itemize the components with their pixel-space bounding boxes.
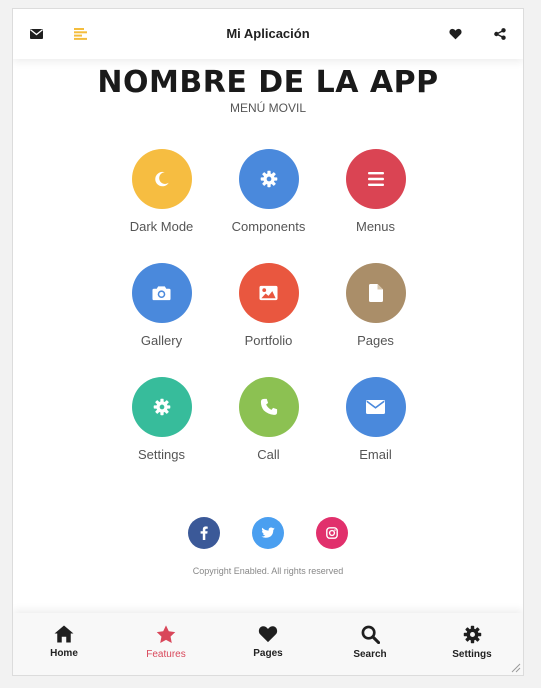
copyright-text: Copyright Enabled. All rights reserved: [192, 566, 344, 576]
nav-label: Pages: [253, 648, 283, 659]
menu-lines-icon: [73, 28, 87, 40]
tile-email[interactable]: Email: [322, 377, 429, 463]
tile-gallery[interactable]: Gallery: [108, 263, 215, 349]
header-favorite-button[interactable]: [432, 9, 478, 59]
nav-item-features[interactable]: Features: [115, 613, 217, 675]
nav-item-search[interactable]: Search: [319, 613, 421, 675]
image-icon: [259, 285, 278, 301]
tile-label: Pages: [357, 333, 394, 348]
tile-pages[interactable]: Pages: [322, 263, 429, 349]
header-share-button[interactable]: [477, 9, 523, 59]
instagram-button[interactable]: [316, 517, 348, 549]
tile-label: Portfolio: [244, 333, 293, 348]
nav-item-home[interactable]: Home: [13, 613, 115, 675]
app-title: NOMBRE DE LA APP: [97, 65, 439, 100]
gear-icon: [260, 170, 277, 188]
instagram-icon: [326, 527, 338, 539]
tile-dark-mode[interactable]: Dark Mode: [108, 149, 215, 235]
heart-icon: [258, 626, 278, 643]
gear-icon: [153, 398, 170, 416]
home-icon: [54, 625, 74, 643]
envelope-icon: [29, 29, 43, 39]
tile-call[interactable]: Call: [215, 377, 322, 463]
tile-label: Dark Mode: [129, 219, 194, 234]
header-mail-button[interactable]: [13, 9, 59, 59]
tile-label: Components: [231, 219, 306, 234]
top-header: Mi Aplicación: [13, 9, 523, 59]
tile-circle: [238, 377, 299, 437]
tile-settings[interactable]: Settings: [108, 377, 215, 463]
tile-label: Gallery: [140, 333, 183, 348]
star-icon: [156, 625, 176, 644]
tile-circle: [131, 149, 192, 209]
tile-label: Email: [359, 447, 392, 462]
share-icon: [494, 28, 506, 40]
app-subtitle: MENÚ MOVIL: [229, 101, 306, 115]
tile-components[interactable]: Components: [215, 149, 322, 235]
facebook-icon: [200, 526, 208, 540]
tile-menus[interactable]: Menus: [322, 149, 429, 235]
tile-circle: [345, 149, 406, 209]
nav-label: Settings: [452, 649, 492, 660]
nav-label: Features: [146, 649, 186, 660]
nav-label: Search: [353, 649, 387, 660]
tile-circle: [238, 263, 299, 323]
tile-circle: [345, 263, 406, 323]
tile-label: Call: [257, 447, 280, 462]
tile-circle: [131, 263, 192, 323]
twitter-button[interactable]: [252, 517, 284, 549]
bars-icon: [367, 172, 384, 186]
nav-label: Home: [50, 648, 78, 659]
resize-grip-icon[interactable]: [509, 661, 521, 673]
social-links: [188, 517, 348, 551]
tile-circle: [238, 149, 299, 209]
tile-label: Settings: [138, 447, 185, 462]
moon-icon: [154, 171, 169, 187]
app-frame: Mi Aplicación NOMBRE DE LA APP MENÚ MOVI…: [12, 8, 524, 676]
file-icon: [368, 284, 383, 302]
feature-grid: Dark Mode Components Menus Gallery Portf…: [108, 149, 429, 463]
envelope-icon: [366, 400, 385, 414]
camera-icon: [152, 286, 171, 301]
heart-icon: [448, 28, 462, 40]
tile-circle: [345, 377, 406, 437]
gear-icon: [463, 625, 481, 644]
tile-portfolio[interactable]: Portfolio: [215, 263, 322, 349]
search-icon: [361, 625, 380, 644]
tile-circle: [131, 377, 192, 437]
twitter-icon: [261, 527, 275, 538]
nav-item-pages[interactable]: Pages: [217, 613, 319, 675]
bottom-nav: Home Features Pages Search Settings: [13, 613, 523, 675]
facebook-button[interactable]: [188, 517, 220, 549]
phone-icon: [260, 398, 277, 415]
nav-item-settings[interactable]: Settings: [421, 613, 523, 675]
header-menu-button[interactable]: [57, 9, 103, 59]
tile-label: Menus: [355, 219, 396, 234]
